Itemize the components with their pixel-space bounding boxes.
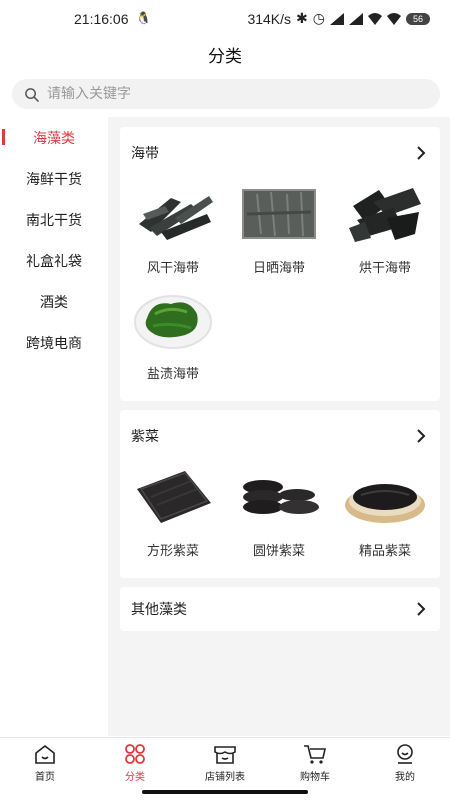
chevron-right-icon bbox=[417, 146, 426, 160]
store-icon bbox=[214, 745, 236, 764]
product-name: 精品紫菜 bbox=[358, 544, 411, 559]
nav-label: 购物车 bbox=[300, 771, 330, 783]
home-icon bbox=[35, 744, 55, 764]
product-item[interactable]: 日晒海带 bbox=[226, 179, 332, 285]
cart-icon bbox=[304, 744, 326, 764]
nav-store-list[interactable]: 店铺列表 bbox=[180, 738, 270, 787]
nav-category[interactable]: 分类 bbox=[90, 738, 180, 787]
battery-icon: 56 bbox=[405, 12, 430, 25]
sidebar-item-gift-box[interactable]: 礼盒礼袋 bbox=[0, 240, 108, 281]
nav-label: 店铺列表 bbox=[205, 771, 245, 783]
nav-profile[interactable]: 我的 bbox=[360, 738, 450, 787]
section-card-other-seaweed: 其他藻类 bbox=[120, 587, 440, 631]
sidebar-item-dried-seafood[interactable]: 海鲜干货 bbox=[0, 158, 108, 199]
status-right: 314K/s ✱ ◷ 56 bbox=[247, 10, 430, 27]
chevron-right-icon bbox=[417, 602, 426, 616]
category-icon bbox=[125, 743, 145, 764]
status-bar: 21:16:06 🐧 314K/s ✱ ◷ 56 bbox=[0, 0, 450, 36]
nav-label: 我的 bbox=[395, 771, 415, 783]
product-name: 圆饼紫菜 bbox=[252, 544, 305, 559]
home-indicator[interactable] bbox=[142, 790, 308, 794]
sidebar-item-seaweed[interactable]: 海藻类 bbox=[0, 117, 108, 158]
signal-icon bbox=[329, 12, 344, 25]
bluetooth-icon: ✱ bbox=[296, 10, 308, 26]
product-item[interactable]: 圆饼紫菜 bbox=[226, 462, 332, 568]
bottom-nav: 首页 分类 店铺列表 购物车 我的 bbox=[0, 737, 450, 787]
nav-label: 分类 bbox=[125, 771, 145, 783]
nav-cart[interactable]: 购物车 bbox=[270, 738, 360, 787]
section-card-kelp: 海带 风干海带 日晒海带 烘干海带 盐渍海带 bbox=[120, 127, 440, 401]
section-header-other-seaweed[interactable]: 其他藻类 bbox=[120, 587, 440, 631]
nav-label: 首页 bbox=[35, 771, 55, 783]
round-laver-cakes-image bbox=[237, 462, 321, 532]
category-content: 海带 风干海带 日晒海带 烘干海带 盐渍海带 紫菜 方形紫菜 圆饼紫菜 精品紫菜… bbox=[108, 117, 450, 736]
search-icon bbox=[25, 87, 39, 102]
product-name: 风干海带 bbox=[146, 261, 199, 276]
square-laver-image bbox=[131, 462, 215, 532]
section-card-laver: 紫菜 方形紫菜 圆饼紫菜 精品紫菜 bbox=[120, 410, 440, 578]
search-input[interactable] bbox=[47, 86, 407, 102]
product-item[interactable]: 烘干海带 bbox=[332, 179, 438, 285]
sidebar-item-liquor[interactable]: 酒类 bbox=[0, 281, 108, 322]
product-name: 盐渍海带 bbox=[146, 367, 199, 382]
search-bar[interactable] bbox=[12, 79, 440, 109]
product-item[interactable]: 方形紫菜 bbox=[120, 462, 226, 568]
page-title: 分类 bbox=[208, 47, 242, 67]
dried-kelp-strips-image bbox=[131, 179, 215, 249]
wifi-icon-2 bbox=[386, 12, 401, 25]
baked-kelp-pieces-image bbox=[343, 179, 427, 249]
alarm-icon: ◷ bbox=[312, 10, 325, 26]
product-name: 方形紫菜 bbox=[146, 544, 199, 559]
status-time: 21:16:06 bbox=[74, 11, 129, 27]
product-name: 烘干海带 bbox=[358, 261, 411, 276]
chevron-right-icon bbox=[417, 429, 426, 443]
premium-laver-plate-image bbox=[343, 462, 427, 532]
product-name: 日晒海带 bbox=[252, 261, 305, 276]
section-title: 其他藻类 bbox=[131, 602, 187, 618]
section-header-kelp[interactable]: 海带 bbox=[120, 127, 440, 179]
product-item[interactable]: 精品紫菜 bbox=[332, 462, 438, 568]
category-sidebar: 海藻类 海鲜干货 南北干货 礼盒礼袋 酒类 跨境电商 bbox=[0, 117, 108, 736]
qq-notification-icon: 🐧 bbox=[136, 11, 151, 25]
section-title: 紫菜 bbox=[131, 429, 159, 445]
wifi-icon bbox=[367, 12, 382, 25]
signal-icon-2 bbox=[348, 12, 363, 25]
salted-kelp-bowl-image bbox=[131, 285, 215, 355]
nav-home[interactable]: 首页 bbox=[0, 738, 90, 787]
sidebar-item-cross-border[interactable]: 跨境电商 bbox=[0, 322, 108, 363]
profile-icon bbox=[397, 743, 413, 764]
section-header-laver[interactable]: 紫菜 bbox=[120, 410, 440, 462]
network-speed: 314K/s bbox=[247, 10, 292, 27]
sidebar-item-dry-goods[interactable]: 南北干货 bbox=[0, 199, 108, 240]
product-item[interactable]: 盐渍海带 bbox=[120, 285, 226, 391]
product-item[interactable]: 风干海带 bbox=[120, 179, 226, 285]
section-title: 海带 bbox=[131, 146, 159, 162]
sun-dried-kelp-sheet-image bbox=[237, 179, 321, 249]
